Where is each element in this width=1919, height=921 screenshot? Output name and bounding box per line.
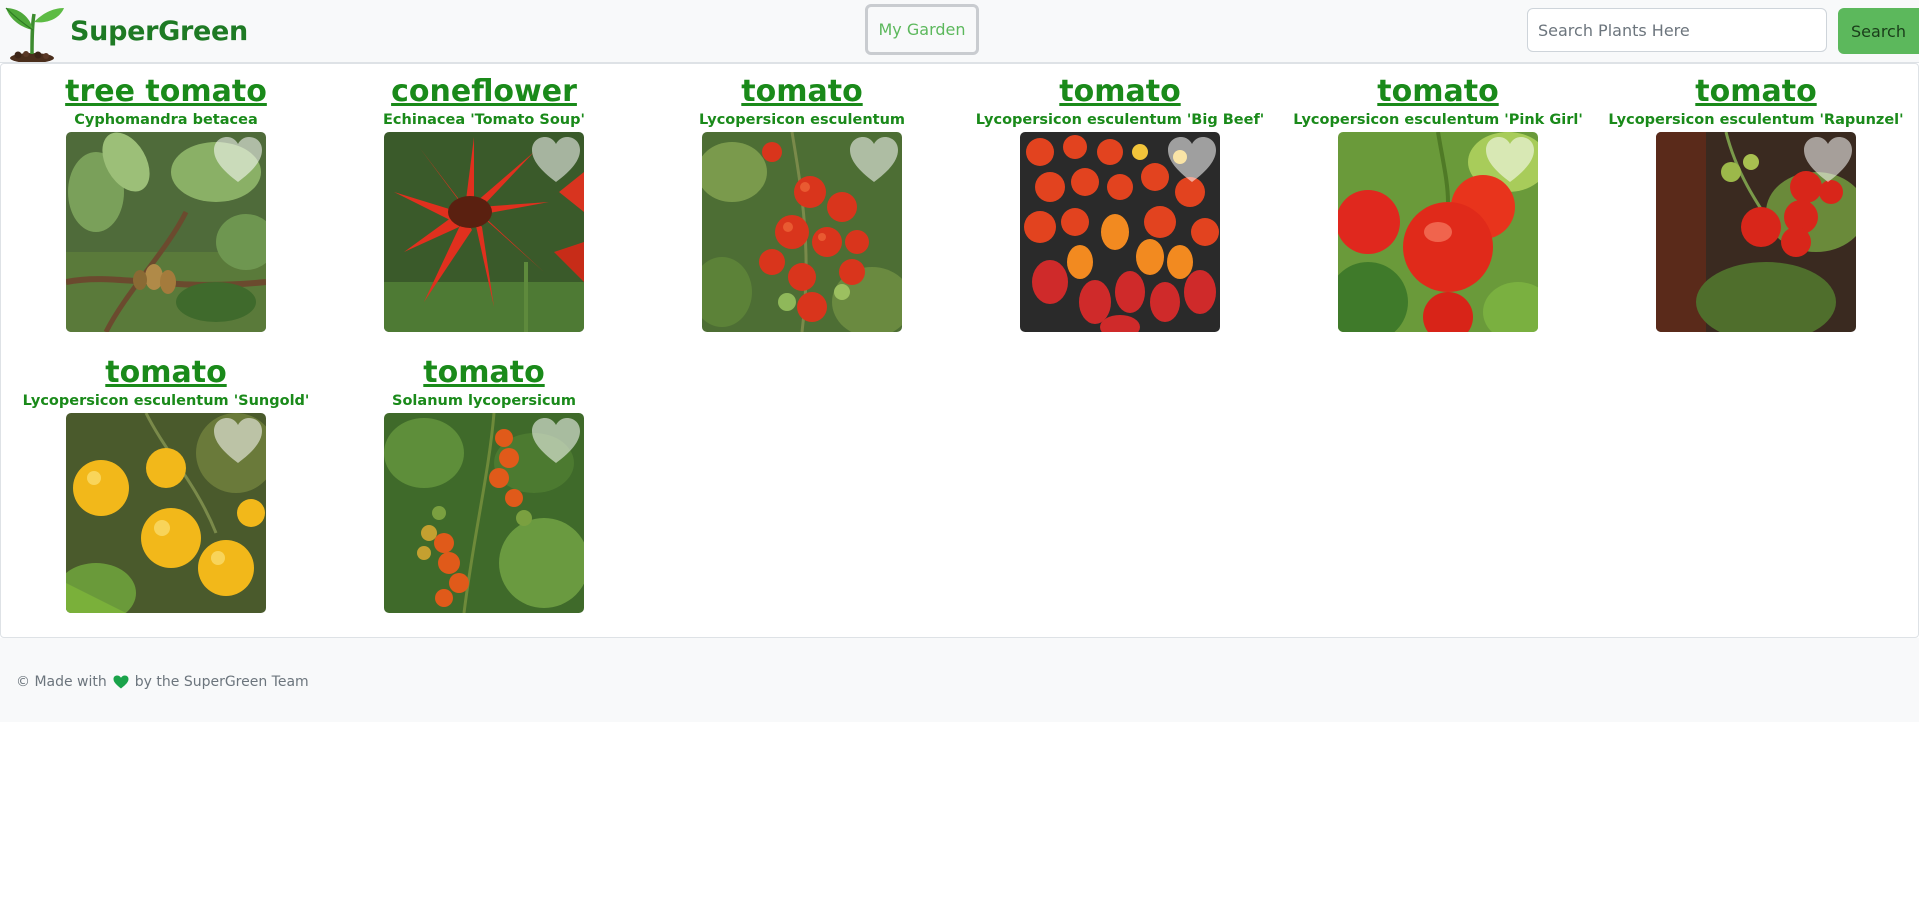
plant-scientific-name: Lycopersicon esculentum — [698, 112, 906, 128]
plant-card: tomato Solanum lycopersicum — [325, 355, 643, 636]
brand-name: SuperGreen — [70, 15, 248, 47]
favorite-heart-icon[interactable] — [212, 136, 264, 184]
yellow-tomato-photo[interactable] — [66, 413, 266, 613]
plant-card: tomato Lycopersicon esculentum — [643, 74, 961, 355]
favorite-heart-icon[interactable] — [530, 136, 582, 184]
coneflower-photo[interactable] — [384, 132, 584, 332]
plant-common-name-link[interactable]: tomato — [1059, 74, 1180, 110]
plant-common-name-link[interactable]: tomato — [1695, 74, 1816, 110]
footer-credit: © Made with by the SuperGreen Team — [16, 674, 309, 690]
favorite-heart-icon[interactable] — [1166, 136, 1218, 184]
plant-card: tomato Lycopersicon esculentum 'Rapunzel… — [1597, 74, 1915, 355]
search-button[interactable]: Search — [1838, 8, 1919, 54]
plant-grid: tree tomato Cyphomandra betacea coneflow… — [7, 64, 1918, 636]
my-garden-button[interactable]: My Garden — [865, 4, 979, 55]
plant-scientific-name: Lycopersicon esculentum 'Rapunzel' — [1608, 112, 1904, 128]
plant-common-name-link[interactable]: tomato — [423, 355, 544, 391]
plant-common-name-link[interactable]: tomato — [105, 355, 226, 391]
plant-scientific-name: Solanum lycopersicum — [392, 393, 576, 409]
plant-common-name-link[interactable]: tree tomato — [65, 74, 267, 110]
plant-card: tomato Lycopersicon esculentum 'Pink Gir… — [1279, 74, 1597, 355]
heart-icon — [113, 675, 129, 689]
plant-scientific-name: Lycopersicon esculentum 'Pink Girl' — [1293, 112, 1583, 128]
plant-common-name-link[interactable]: tomato — [1377, 74, 1498, 110]
favorite-heart-icon[interactable] — [212, 417, 264, 465]
plant-common-name-link[interactable]: tomato — [741, 74, 862, 110]
plant-card: tomato Lycopersicon esculentum 'Sungold' — [7, 355, 325, 636]
tomato-plant-photo[interactable] — [384, 413, 584, 613]
tree-tomato-photo[interactable] — [66, 132, 266, 332]
tomato-vine-photo[interactable] — [702, 132, 902, 332]
navbar: SuperGreen My Garden Search — [0, 0, 1919, 63]
favorite-heart-icon[interactable] — [1484, 136, 1536, 184]
plant-card: tomato Lycopersicon esculentum 'Big Beef… — [961, 74, 1279, 355]
plant-scientific-name: Lycopersicon esculentum 'Sungold' — [22, 393, 310, 409]
plant-scientific-name: Lycopersicon esculentum 'Big Beef' — [975, 112, 1265, 128]
plant-scientific-name: Cyphomandra betacea — [74, 112, 258, 128]
plant-card: tree tomato Cyphomandra betacea — [7, 74, 325, 355]
plant-scientific-name: Echinacea 'Tomato Soup' — [383, 112, 585, 128]
sprout-logo-icon — [5, 7, 64, 62]
tomato-pile-photo[interactable] — [1020, 132, 1220, 332]
favorite-heart-icon[interactable] — [1802, 136, 1854, 184]
footer-suffix: by the SuperGreen Team — [134, 674, 309, 690]
footer: © Made with by the SuperGreen Team — [0, 638, 1919, 722]
cherry-tomato-photo[interactable] — [1656, 132, 1856, 332]
plant-results: tree tomato Cyphomandra betacea coneflow… — [0, 63, 1919, 638]
search-input[interactable] — [1527, 8, 1827, 52]
favorite-heart-icon[interactable] — [530, 417, 582, 465]
favorite-heart-icon[interactable] — [848, 136, 900, 184]
brand[interactable]: SuperGreen — [4, 0, 248, 62]
plant-common-name-link[interactable]: coneflower — [391, 74, 577, 110]
pink-tomato-photo[interactable] — [1338, 132, 1538, 332]
footer-prefix: © Made with — [16, 674, 107, 690]
plant-card: coneflower Echinacea 'Tomato Soup' — [325, 74, 643, 355]
